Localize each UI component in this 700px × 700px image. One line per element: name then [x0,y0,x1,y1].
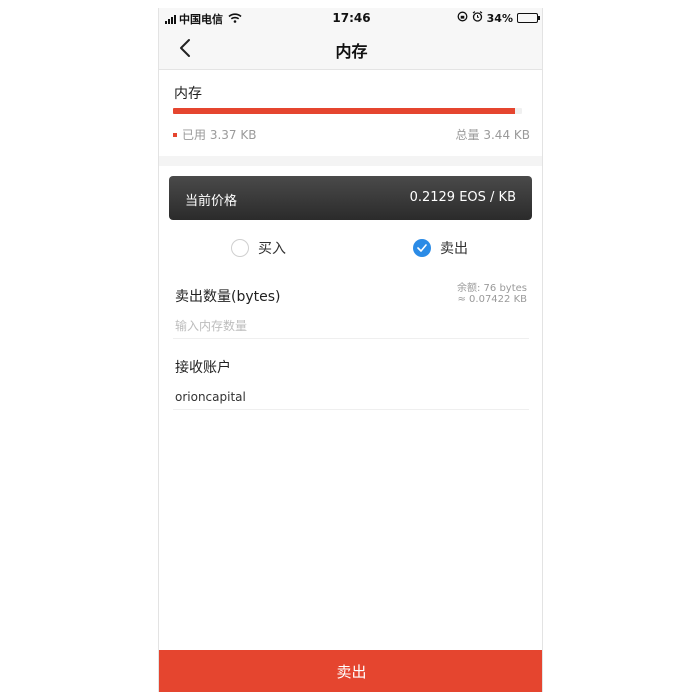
buy-label: 买入 [258,241,286,257]
memory-progress-fill [173,108,516,114]
sell-label: 卖出 [440,241,468,257]
checkmark-icon [417,244,427,252]
nav-bar: 内存 [159,28,542,70]
page-title: 内存 [335,42,368,61]
receiver-input[interactable] [173,384,529,410]
memory-total-label: 总量 3.44 KB [455,128,530,142]
radio-unchecked-icon [231,239,249,257]
memory-used: 已用 3.37 KB [173,126,256,143]
phone-screen: 中国电信 17:46 34% 内存 内存 已用 3.37 KB 总量 3.44 … [158,8,543,692]
memory-progress-track [173,108,522,114]
buy-option[interactable]: 买入 [231,238,286,258]
receiver-label: 接收账户 [175,360,231,376]
sell-button[interactable]: 卖出 [159,650,542,692]
radio-checked-icon [413,239,431,257]
section-divider [159,156,542,166]
battery-icon [517,13,540,23]
sell-option[interactable]: 卖出 [413,238,468,258]
price-label: 当前价格 [185,194,238,209]
memory-title: 内存 [174,86,202,102]
memory-used-label: 已用 3.37 KB [182,128,257,142]
rotation-lock-icon [457,11,468,25]
balance-kb: ≈ 0.07422 KB [457,294,527,305]
memory-section: 内存 已用 3.37 KB 总量 3.44 KB [159,70,542,156]
battery-percent: 34% [486,11,513,25]
status-right: 34% [457,11,540,25]
balance-info: 余额: 76 bytes ≈ 0.07422 KB [457,283,527,305]
status-bar: 中国电信 17:46 34% [159,8,542,28]
price-card: 当前价格 0.2129 EOS / KB [169,176,532,220]
price-value: 0.2129 EOS / KB [409,190,516,205]
trade-type-selector: 买入 卖出 [159,238,542,266]
alarm-icon [472,11,483,25]
used-marker-icon [173,132,177,137]
amount-input[interactable] [173,313,529,339]
amount-label: 卖出数量(bytes) [175,289,281,305]
balance-bytes: 余额: 76 bytes [457,283,527,294]
